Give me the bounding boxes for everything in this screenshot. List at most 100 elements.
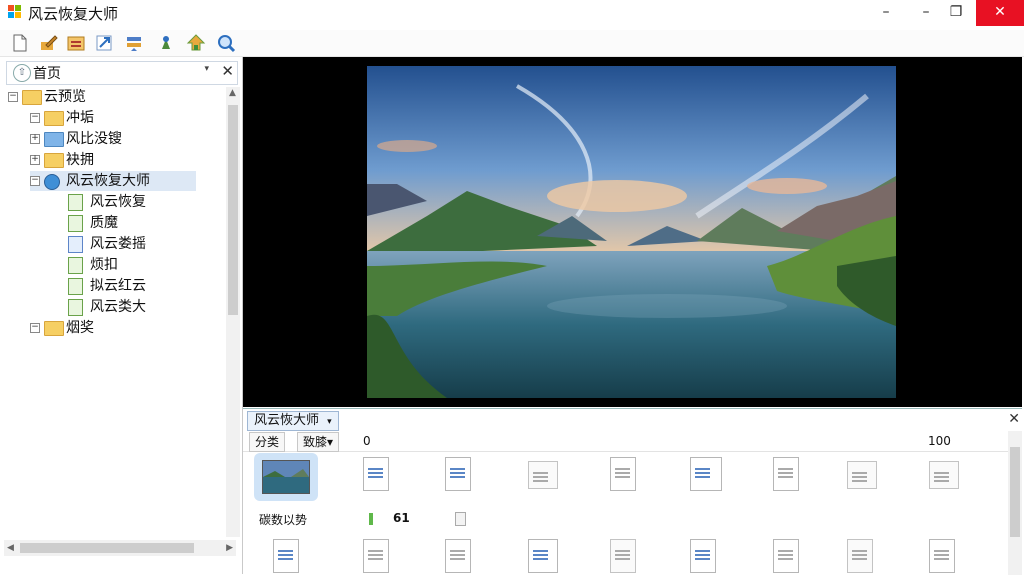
- checkbox-icon[interactable]: [455, 511, 466, 526]
- search-icon[interactable]: [216, 33, 236, 53]
- tree-item[interactable]: 质魔: [54, 213, 196, 233]
- tree-item[interactable]: − 烟奖: [30, 318, 196, 338]
- archive-icon[interactable]: [66, 33, 86, 53]
- document-icon[interactable]: [363, 457, 389, 491]
- program-file-icon[interactable]: [690, 457, 722, 491]
- collapse-icon[interactable]: −: [30, 176, 40, 186]
- panel-close-button[interactable]: ✕: [1008, 411, 1020, 427]
- document-icon[interactable]: [273, 539, 299, 573]
- file-caption: 碳数以势: [259, 513, 308, 527]
- tree-item-label: 烦扣: [90, 257, 118, 273]
- collapse-icon[interactable]: −: [30, 323, 40, 333]
- tree-item-label: 云预览: [44, 89, 86, 105]
- tree-item-label: 风云娄摇: [90, 236, 146, 252]
- panel-close-button[interactable]: ✕: [221, 62, 234, 80]
- text-file-icon[interactable]: [610, 457, 636, 491]
- bar-icon: [369, 511, 373, 525]
- scroll-right-icon[interactable]: ▶: [226, 543, 233, 553]
- tree-item[interactable]: − 云预览: [8, 87, 196, 107]
- file-icon: [68, 299, 83, 316]
- column-100-label: 100: [928, 434, 951, 448]
- transfer-icon[interactable]: [124, 33, 144, 53]
- sort-button[interactable]: 分类: [249, 432, 286, 452]
- column-0-label: 0: [363, 434, 371, 448]
- app-icon: [44, 174, 60, 190]
- scroll-thumb[interactable]: [1010, 447, 1020, 537]
- tree-item-label: 烟奖: [66, 320, 94, 336]
- title-bar: 风云恢复大师 – – ❐ ✕: [0, 0, 1024, 26]
- folder-icon: [44, 111, 64, 126]
- scroll-up-icon[interactable]: ▲: [229, 88, 236, 98]
- file-icon: [68, 278, 83, 295]
- text-file-icon[interactable]: [847, 539, 873, 573]
- tree-item[interactable]: 拟云红云: [54, 276, 196, 296]
- tree-item-label: 风云类大: [90, 299, 146, 315]
- tree-icon[interactable]: [186, 33, 206, 53]
- tree-item-label: 冲垢: [66, 110, 94, 126]
- program-file-icon[interactable]: [528, 539, 558, 573]
- pin-icon[interactable]: [156, 33, 176, 53]
- tree-vertical-scrollbar[interactable]: ▲: [226, 87, 240, 537]
- scroll-left-icon[interactable]: ◀: [7, 543, 14, 553]
- folder-file-icon[interactable]: [929, 461, 959, 489]
- tree-item[interactable]: 风云娄摇: [54, 234, 196, 254]
- file-grid-scrollbar[interactable]: [1008, 431, 1022, 575]
- tree-item[interactable]: 烦扣: [54, 255, 196, 275]
- folder-file-icon[interactable]: [528, 461, 558, 489]
- scroll-thumb[interactable]: [228, 105, 238, 315]
- folder-icon: [44, 153, 64, 168]
- text-file-icon[interactable]: [610, 539, 636, 573]
- expand-icon[interactable]: +: [30, 134, 40, 144]
- tree-item[interactable]: 风云类大: [54, 297, 196, 317]
- tab-label: 风云恢大师: [254, 413, 320, 428]
- tree-item-label: 拟云红云: [90, 278, 146, 294]
- text-file-icon[interactable]: [773, 539, 799, 573]
- tree-item[interactable]: − 风云恢复大师: [30, 171, 196, 191]
- tab-app[interactable]: 风云恢大师 ▾: [247, 411, 339, 431]
- tree-horizontal-scrollbar[interactable]: ◀ ▶: [4, 540, 236, 556]
- up-arrow-icon[interactable]: ⇧: [13, 64, 31, 82]
- text-file-icon[interactable]: [445, 539, 471, 573]
- tree-item[interactable]: + 风比没锼: [30, 129, 196, 149]
- document-icon[interactable]: [445, 457, 471, 491]
- tree-item-label: 风云恢复: [90, 194, 146, 210]
- scroll-thumb-horizontal[interactable]: [20, 543, 194, 553]
- tree-item[interactable]: − 冲垢: [30, 108, 196, 128]
- tree-item-label: 风云恢复大师: [66, 173, 150, 189]
- new-file-icon[interactable]: [10, 33, 30, 53]
- column-header-bar: 分类 致膝▾ 0 100: [243, 431, 1022, 452]
- minimize-button[interactable]: –: [866, 0, 906, 26]
- collapse-icon[interactable]: −: [8, 92, 18, 102]
- text-file-icon[interactable]: [773, 457, 799, 491]
- text-file-icon[interactable]: [363, 539, 389, 573]
- tree-item[interactable]: + 袂拥: [30, 150, 196, 170]
- file-count-value: 61: [393, 511, 410, 525]
- restore-button[interactable]: ❐: [936, 0, 976, 26]
- folder-file-icon[interactable]: [847, 461, 877, 489]
- filter-dropdown[interactable]: 致膝▾: [297, 432, 340, 452]
- collapse-icon[interactable]: −: [30, 113, 40, 123]
- tree-item[interactable]: 风云恢复: [54, 192, 196, 212]
- expand-icon[interactable]: +: [30, 155, 40, 165]
- toolbar: [0, 30, 1024, 57]
- location-bar[interactable]: ⇧ 首页 ▾: [6, 61, 238, 85]
- file-icon: [68, 236, 83, 253]
- folder-icon: [44, 321, 64, 336]
- tree-item-label: 质魔: [90, 215, 118, 231]
- export-icon[interactable]: [94, 33, 114, 53]
- app-logo-icon: [8, 5, 22, 19]
- selected-image-thumbnail[interactable]: [254, 453, 318, 501]
- window-title: 风云恢复大师: [28, 5, 119, 23]
- close-button[interactable]: ✕: [976, 0, 1024, 26]
- image-thumbnail: [262, 460, 310, 494]
- file-icon: [68, 194, 83, 211]
- tree-item-label: 风比没锼: [66, 131, 122, 147]
- text-file-icon[interactable]: [929, 539, 955, 573]
- chevron-down-icon[interactable]: ▾: [204, 64, 209, 74]
- chevron-down-icon[interactable]: ▾: [327, 417, 332, 427]
- tree-item-label: 袂拥: [66, 152, 94, 168]
- edit-icon[interactable]: [38, 33, 58, 53]
- folder-tree-panel: ⇧ 首页 ▾ ✕ − 云预览 − 冲垢 + 风比没锼 + 袂拥 − 风云恢复大师 风云恢复 质魔 风云娄…: [0, 57, 243, 574]
- document-icon[interactable]: [690, 539, 716, 573]
- file-thumbnail-grid: 碳数以势 61: [243, 453, 1003, 573]
